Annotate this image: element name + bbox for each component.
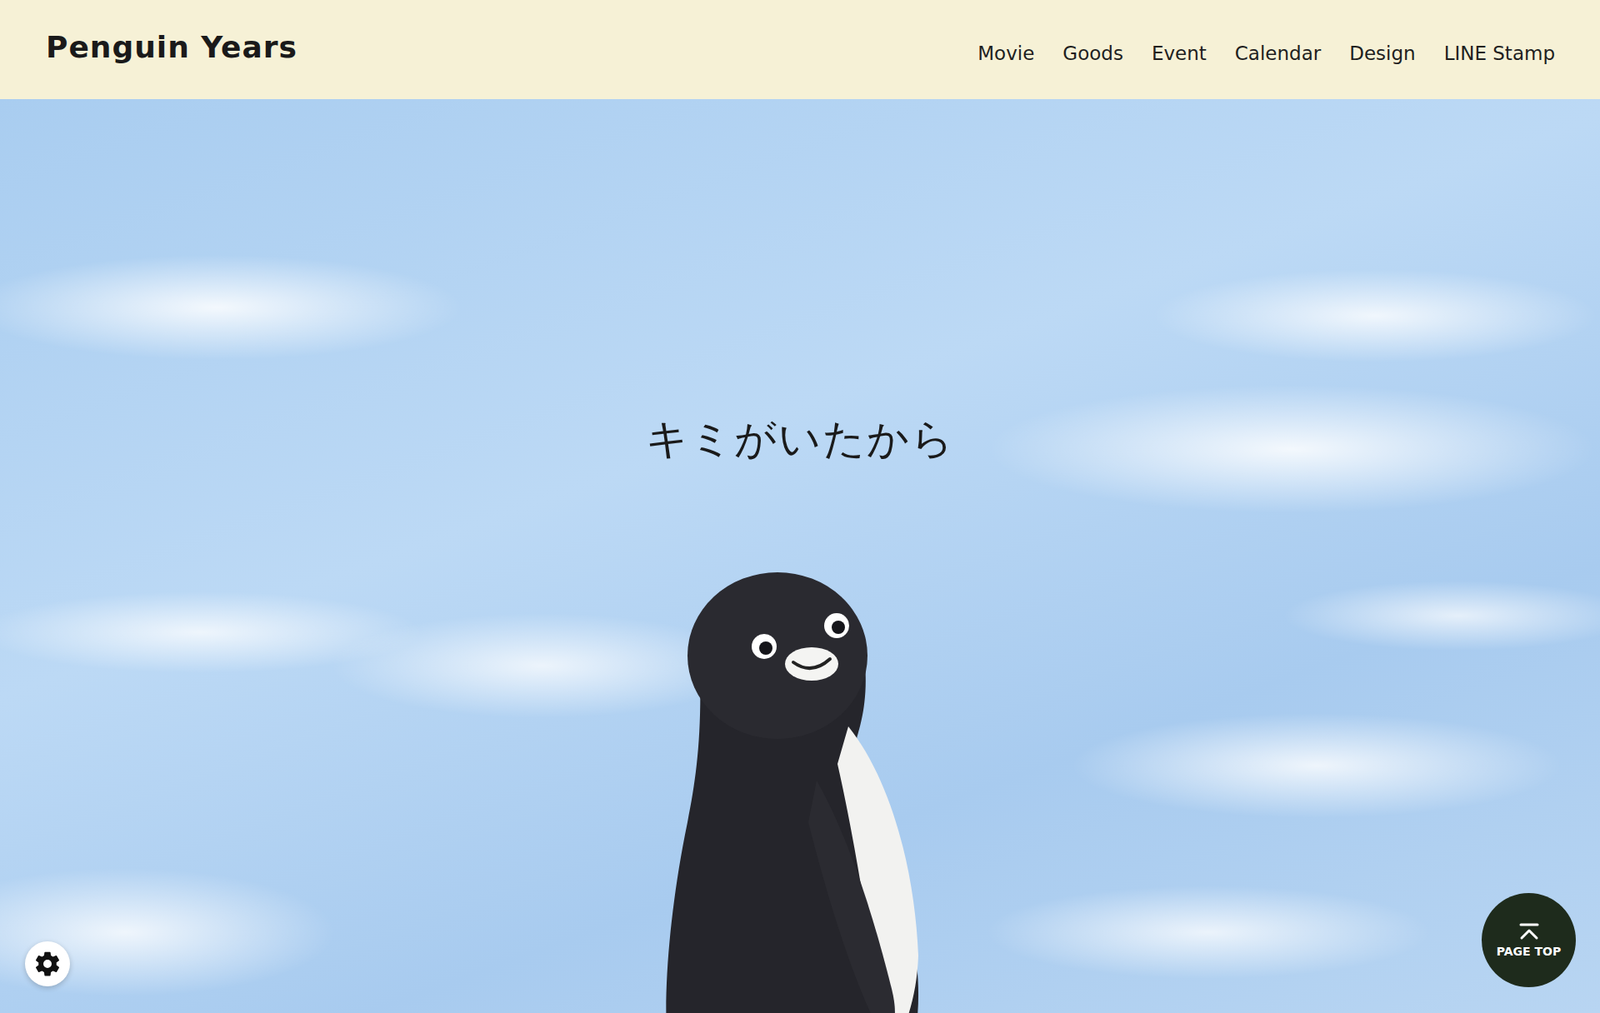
gear-icon — [34, 950, 61, 978]
page-top-button[interactable]: PAGE TOP — [1481, 893, 1576, 988]
nav-item[interactable]: Movie — [977, 42, 1035, 65]
nav-item[interactable]: Event — [1151, 42, 1207, 65]
page-top-label: PAGE TOP — [1496, 945, 1561, 959]
settings-button[interactable] — [25, 941, 70, 987]
main-nav: Movie Goods Event Calendar Design LINE Stamp — [977, 42, 1555, 65]
nav-item[interactable]: Goods — [1062, 42, 1124, 65]
hero: キミがいたから PAGE TOP — [0, 99, 1600, 1013]
page: Penguin Years Movie Goods Event Calendar Desi… — [0, 0, 1600, 1013]
hero-heading: キミがいたから — [645, 414, 955, 465]
site-logo[interactable]: Penguin Years — [45, 30, 298, 65]
nav-item[interactable]: Design — [1349, 42, 1415, 65]
penguin-illustration — [650, 572, 950, 1013]
arrow-up-icon — [1518, 923, 1540, 942]
nav-item[interactable]: LINE Stamp — [1444, 42, 1555, 65]
nav-item[interactable]: Calendar — [1235, 42, 1321, 65]
site-header: Penguin Years Movie Goods Event Calendar Desi… — [0, 0, 1600, 100]
